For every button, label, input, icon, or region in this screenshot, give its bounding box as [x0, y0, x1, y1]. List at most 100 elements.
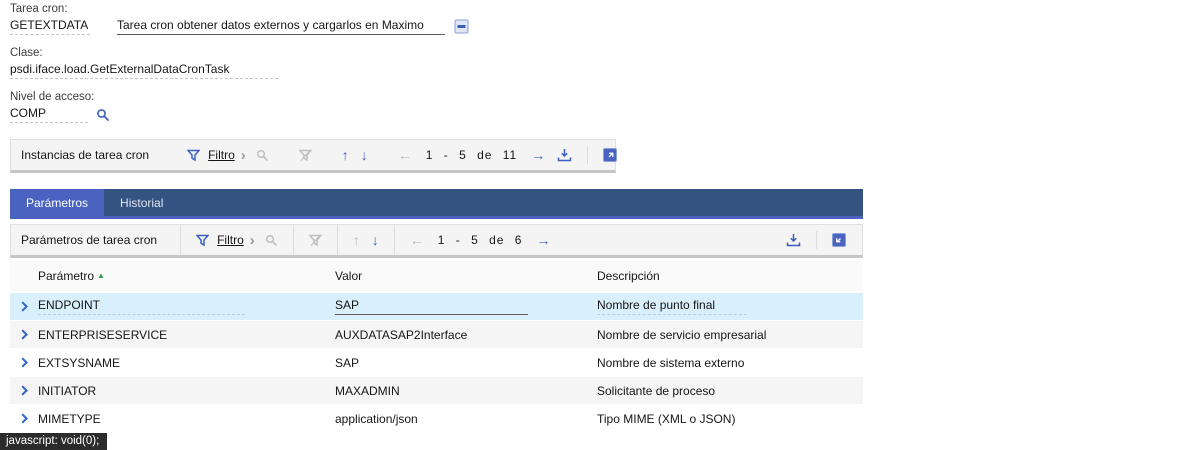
search-button[interactable]: [250, 147, 275, 164]
long-description-icon[interactable]: [454, 19, 469, 34]
divider: [292, 225, 294, 255]
previous-page-icon: ←: [397, 147, 412, 163]
header-valor-label: Valor: [335, 269, 363, 283]
next-page-button[interactable]: →: [525, 146, 551, 164]
value-cell[interactable]: SAP: [335, 356, 597, 370]
filter-button[interactable]: [181, 147, 206, 164]
magnifier-icon[interactable]: [96, 108, 110, 122]
param-cell: EXTSYSNAME: [38, 356, 335, 370]
table-row[interactable]: MIMETYPE application/json Tipo MIME (XML…: [10, 405, 863, 432]
param-name: EXTSYSNAME: [38, 355, 121, 370]
download-button[interactable]: [551, 146, 578, 164]
header-valor[interactable]: Valor: [335, 269, 597, 283]
filter-button[interactable]: [190, 232, 215, 249]
move-down-button[interactable]: ↓: [366, 231, 385, 249]
divider: [180, 225, 182, 255]
param-description: Solicitante de proceso: [597, 383, 716, 398]
move-up-button[interactable]: ↑: [347, 231, 366, 249]
parameters-toolbar-title: Parámetros de tarea cron: [21, 233, 158, 247]
param-value-field[interactable]: SAP: [335, 356, 359, 370]
move-down-button[interactable]: ↓: [355, 146, 374, 164]
maximize-button[interactable]: [597, 146, 623, 164]
table-row[interactable]: EXTSYSNAME SAP Nombre de sistema externo: [10, 349, 863, 376]
status-tooltip: javascript: void(0);: [0, 433, 108, 450]
value-cell[interactable]: AUXDATASAP2Interface: [335, 328, 597, 342]
desc-cell: Nombre de punto final: [597, 298, 863, 315]
value-cell[interactable]: SAP: [335, 298, 597, 315]
chevron-right-icon[interactable]: ›: [246, 232, 259, 249]
row-expand-cell[interactable]: [10, 357, 38, 368]
tab-parametros[interactable]: Parámetros: [10, 189, 105, 216]
desc-cell: Tipo MIME (XML o JSON): [597, 412, 863, 426]
clear-filter-button[interactable]: [303, 232, 328, 249]
value-cell[interactable]: application/json: [335, 412, 597, 426]
class-label: Clase:: [10, 47, 43, 59]
search-icon: [265, 234, 278, 247]
up-arrow-icon: ↑: [352, 232, 360, 248]
previous-page-button[interactable]: ←: [404, 231, 430, 249]
tab-parametros-label: Parámetros: [26, 195, 89, 210]
chevron-right-icon: [21, 413, 28, 424]
param-cell: ENDPOINT: [38, 298, 335, 315]
table-row[interactable]: INITIATOR MAXADMIN Solicitante de proces…: [10, 377, 863, 404]
pagination-text: 1 - 5 de 6: [437, 233, 523, 247]
param-value-field[interactable]: MAXADMIN: [335, 384, 400, 398]
row-expand-cell[interactable]: [10, 413, 38, 424]
row-expand-cell[interactable]: [10, 329, 38, 340]
param-name: INITIATOR: [38, 383, 97, 398]
chevron-right-icon: [21, 357, 28, 368]
table-body: ENDPOINT SAP Nombre de punto final ENTER…: [10, 293, 863, 432]
move-up-button[interactable]: ↑: [336, 146, 355, 164]
chevron-right-icon: [21, 385, 28, 396]
previous-page-icon: ←: [409, 232, 424, 248]
header-parametro[interactable]: Parámetro ▲: [38, 269, 335, 283]
next-page-icon: →: [531, 147, 546, 163]
pagination-text: 1 - 5 de 11: [425, 148, 518, 162]
maximize-button[interactable]: [826, 231, 852, 249]
down-arrow-icon: ↓: [360, 147, 368, 163]
down-arrow-icon: ↓: [371, 232, 379, 248]
next-page-button[interactable]: →: [530, 231, 556, 249]
search-button[interactable]: [259, 232, 284, 249]
filter-link[interactable]: Filtro: [208, 148, 235, 162]
task-label: Tarea cron:: [10, 3, 68, 15]
tab-historial-label: Historial: [120, 195, 164, 210]
clear-filter-button[interactable]: [293, 147, 318, 164]
access-level-field[interactable]: COMP: [10, 106, 88, 123]
param-value-field[interactable]: application/json: [335, 412, 418, 426]
instances-toolbar-title: Instancias de tarea cron: [21, 148, 150, 162]
param-value-field[interactable]: AUXDATASAP2Interface: [335, 328, 467, 342]
download-button[interactable]: [780, 231, 807, 249]
next-page-icon: →: [536, 232, 551, 248]
task-description-field[interactable]: Tarea cron obtener datos externos y carg…: [117, 18, 445, 35]
param-description: Nombre de sistema externo: [597, 355, 745, 370]
value-cell[interactable]: MAXADMIN: [335, 384, 597, 398]
access-level-label: Nivel de acceso:: [10, 91, 95, 103]
table-row[interactable]: ENDPOINT SAP Nombre de punto final: [10, 293, 863, 320]
param-name: MIMETYPE: [38, 411, 101, 426]
header-parametro-label: Parámetro: [38, 269, 95, 283]
filter-link[interactable]: Filtro: [217, 233, 244, 247]
table-row[interactable]: ENTERPRISESERVICE AUXDATASAP2Interface N…: [10, 321, 863, 348]
previous-page-button[interactable]: ←: [392, 146, 418, 164]
maximize-icon: [832, 233, 846, 247]
chevron-right-icon[interactable]: ›: [237, 147, 250, 164]
sort-ascending-icon: ▲: [97, 270, 105, 280]
maximize-icon: [603, 148, 618, 162]
class-field: psdi.iface.load.GetExternalDataCronTask: [10, 62, 278, 79]
row-expand-cell[interactable]: [10, 301, 38, 312]
download-icon: [557, 148, 572, 162]
row-expand-cell[interactable]: [10, 385, 38, 396]
desc-cell: Nombre de sistema externo: [597, 356, 863, 370]
param-cell: INITIATOR: [38, 384, 335, 398]
divider: [336, 225, 338, 255]
param-value-field[interactable]: SAP: [335, 298, 528, 315]
chevron-right-icon: [21, 301, 28, 312]
clear-filter-icon: [308, 234, 322, 247]
task-name-field[interactable]: GETEXTDATA: [10, 18, 90, 35]
header-descripcion[interactable]: Descripción: [597, 269, 863, 283]
table-header: Parámetro ▲ Valor Descripción: [10, 261, 863, 291]
parameters-table: Parámetro ▲ Valor Descripción ENDPOINT S…: [10, 261, 863, 432]
instances-toolbar: Instancias de tarea cron Filtro › ↑ ↓ ← …: [10, 139, 618, 173]
tab-historial[interactable]: Historial: [104, 189, 179, 216]
